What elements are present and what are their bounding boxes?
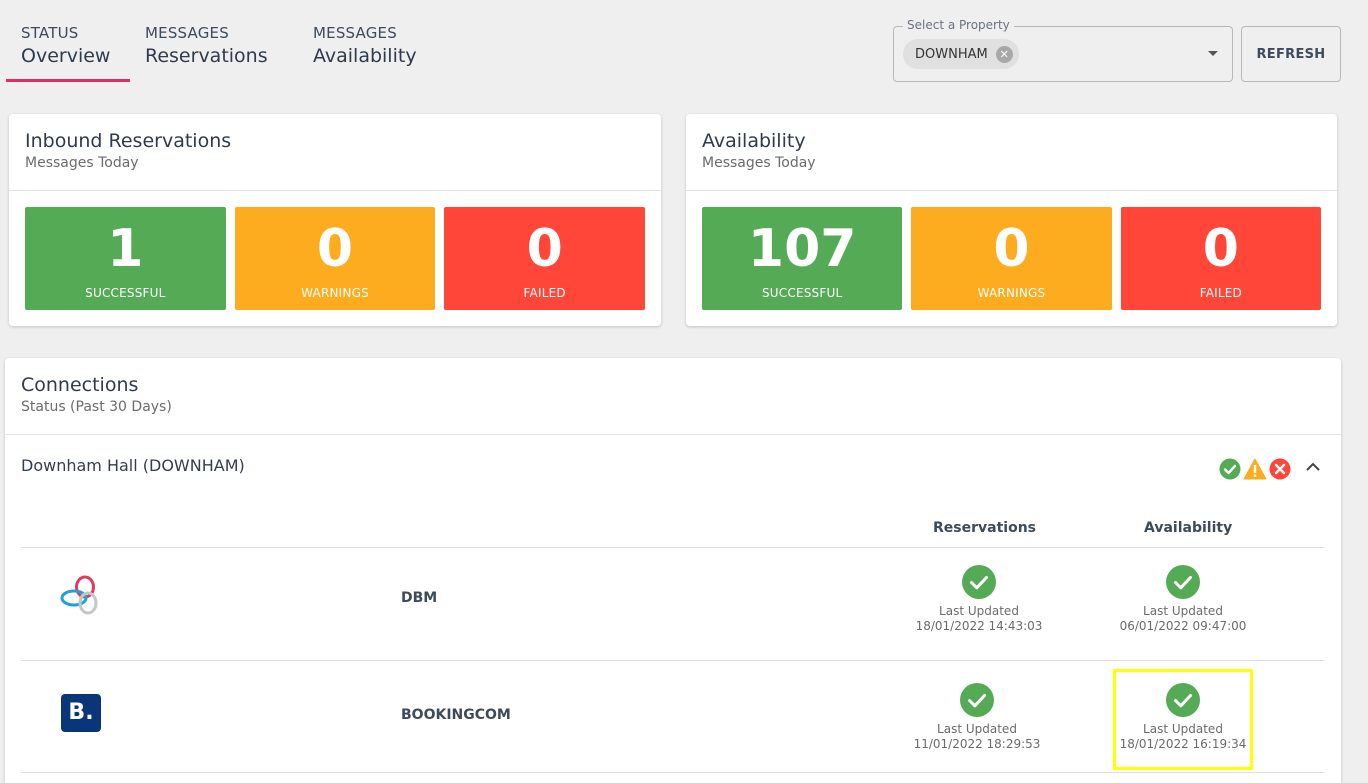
availability-failed-tile[interactable]: 0 FAILED	[1120, 207, 1321, 310]
last-updated-label: Last Updated	[937, 722, 1017, 736]
refresh-button[interactable]: REFRESH	[1241, 26, 1341, 82]
availability-warnings-label: WARNINGS	[977, 286, 1046, 300]
tab-status-overview[interactable]: STATUS Overview	[6, 22, 130, 82]
success-check-icon	[960, 683, 994, 717]
row-divider	[21, 772, 1325, 773]
inbound-successful-label: SUCCESSFUL	[85, 286, 166, 300]
success-check-icon	[962, 565, 996, 599]
tab-availability-label: Availability	[313, 45, 417, 67]
connections-card-header: Connections Status (Past 30 Days)	[5, 358, 1341, 435]
column-header-reservations: Reservations	[933, 520, 1036, 536]
availability-warnings-tile[interactable]: 0 WARNINGS	[911, 207, 1112, 310]
inbound-failed-count: 0	[526, 219, 563, 279]
tab-overview-label: Overview	[21, 45, 111, 67]
inbound-reservations-card: Inbound Reservations Messages Today 1 SU…	[9, 114, 661, 326]
availability-failed-count: 0	[1202, 219, 1239, 279]
inbound-card-title: Inbound Reservations	[25, 130, 232, 152]
property-group-name: Downham Hall (DOWNHAM)	[21, 456, 245, 475]
group-status-icons	[1219, 458, 1291, 480]
availability-warnings-count: 0	[993, 219, 1030, 279]
inbound-successful-tile[interactable]: 1 SUCCESSFUL	[25, 207, 226, 310]
success-status-icon	[1219, 458, 1241, 480]
connection-name-bookingcom: BOOKINGCOM	[401, 707, 511, 723]
availability-card-title: Availability	[702, 130, 806, 152]
success-check-icon	[1166, 565, 1200, 599]
property-chip: DOWNHAM ✕	[903, 39, 1019, 69]
dropdown-caret-icon[interactable]	[1208, 51, 1218, 56]
availability-tiles: 107 SUCCESSFUL 0 WARNINGS 0 FAILED	[686, 191, 1337, 310]
inbound-warnings-label: WARNINGS	[301, 286, 369, 300]
availability-failed-label: FAILED	[1199, 286, 1242, 300]
header-divider	[21, 547, 1325, 548]
availability-card-header: Availability Messages Today	[686, 114, 1337, 191]
last-updated-time: 06/01/2022 09:47:00	[1119, 619, 1247, 633]
property-chip-label: DOWNHAM	[915, 46, 988, 62]
connections-title: Connections	[21, 374, 139, 396]
inbound-warnings-count: 0	[316, 219, 354, 279]
tab-messages-availability[interactable]: MESSAGES Availability	[298, 22, 432, 82]
tab-reservations-caption: MESSAGES	[145, 24, 229, 42]
last-updated-label: Last Updated	[939, 604, 1019, 618]
last-updated-time: 11/01/2022 18:29:53	[913, 737, 1041, 751]
dbm-reservations-status: Last Updated 18/01/2022 14:43:03	[899, 565, 1059, 634]
availability-successful-count: 107	[747, 219, 857, 279]
bookingcom-reservations-status: Last Updated 11/01/2022 18:29:53	[897, 683, 1057, 752]
inbound-card-subtitle: Messages Today	[25, 155, 139, 171]
error-status-icon	[1269, 458, 1291, 480]
booking-logo-text: B.	[68, 700, 94, 725]
row-divider	[21, 660, 1325, 661]
chip-remove-icon[interactable]: ✕	[995, 45, 1013, 63]
inbound-failed-label: FAILED	[523, 286, 566, 300]
property-select-legend: Select a Property	[903, 18, 1014, 32]
dbm-availability-status: Last Updated 06/01/2022 09:47:00	[1103, 565, 1263, 634]
dbm-logo-icon	[60, 575, 98, 615]
availability-card: Availability Messages Today 107 SUCCESSF…	[686, 114, 1337, 326]
inbound-successful-count: 1	[107, 219, 144, 279]
connection-name-dbm: DBM	[401, 590, 438, 606]
collapse-chevron-icon[interactable]	[1305, 462, 1321, 472]
availability-card-subtitle: Messages Today	[702, 155, 816, 171]
inbound-card-header: Inbound Reservations Messages Today	[9, 114, 661, 191]
property-select[interactable]: Select a Property DOWNHAM ✕	[893, 18, 1233, 82]
highlight-box	[1113, 669, 1253, 770]
booking-logo-icon: B.	[61, 694, 101, 732]
tab-bar: STATUS Overview MESSAGES Reservations ME…	[6, 22, 432, 82]
tab-overview-caption: STATUS	[21, 24, 79, 42]
tab-availability-caption: MESSAGES	[313, 24, 397, 42]
last-updated-time: 18/01/2022 14:43:03	[915, 619, 1043, 633]
last-updated-label: Last Updated	[1143, 604, 1223, 618]
inbound-warnings-tile[interactable]: 0 WARNINGS	[234, 207, 436, 310]
availability-successful-label: SUCCESSFUL	[761, 286, 843, 300]
availability-successful-tile[interactable]: 107 SUCCESSFUL	[702, 207, 903, 310]
tab-reservations-label: Reservations	[145, 45, 268, 67]
inbound-tiles: 1 SUCCESSFUL 0 WARNINGS 0 FAILED	[9, 191, 661, 310]
inbound-failed-tile[interactable]: 0 FAILED	[444, 207, 646, 310]
warning-status-icon	[1243, 458, 1267, 480]
tab-messages-reservations[interactable]: MESSAGES Reservations	[130, 22, 298, 82]
column-header-availability: Availability	[1144, 520, 1233, 536]
connections-subtitle: Status (Past 30 Days)	[21, 399, 172, 415]
